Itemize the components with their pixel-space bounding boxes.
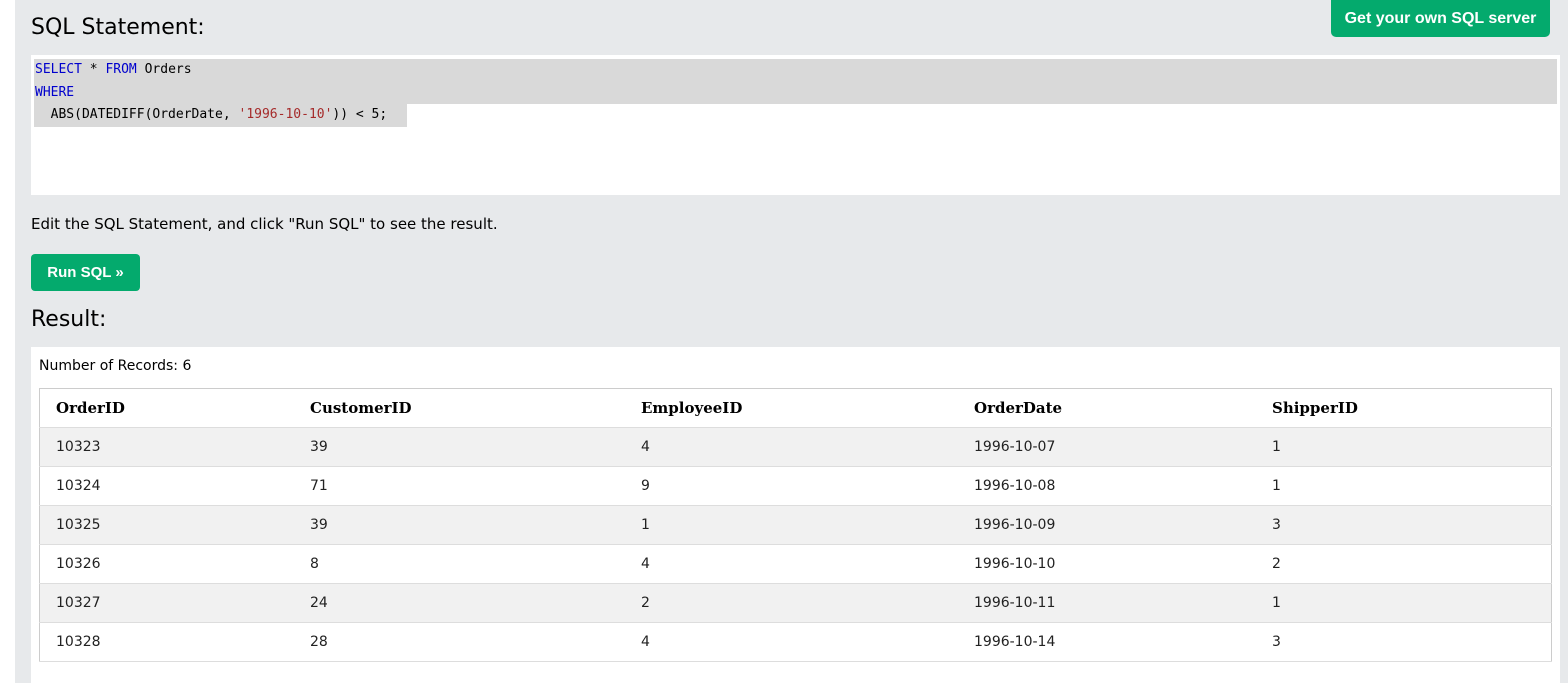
sql-statement-title: SQL Statement: [31, 15, 205, 40]
cell-employeeid: 4 [625, 622, 958, 662]
cell-orderdate: 1996-10-14 [958, 622, 1256, 662]
cell-shipperid: 1 [1256, 466, 1552, 506]
table-row: 10324 71 9 1996-10-08 1 [39, 466, 1552, 506]
code-line-1[interactable]: SELECT * FROM Orders [35, 59, 192, 81]
cell-orderdate: 1996-10-11 [958, 583, 1256, 623]
column-header-orderdate: OrderDate [958, 388, 1256, 428]
cell-shipperid: 1 [1256, 427, 1552, 467]
table-row: 10323 39 4 1996-10-07 1 [39, 427, 1552, 467]
column-header-orderid: OrderID [39, 388, 294, 428]
code-text: Orders [136, 62, 192, 77]
sql-editor[interactable]: SELECT * FROM Orders WHERE ABS(DATEDIFF(… [31, 55, 1560, 195]
cell-orderid: 10328 [39, 622, 294, 662]
code-text: )) < 5; [332, 107, 388, 122]
table-row: 10326 8 4 1996-10-10 2 [39, 544, 1552, 584]
sql-keyword-where: WHERE [35, 85, 75, 100]
cell-employeeid: 4 [625, 544, 958, 584]
cell-employeeid: 4 [625, 427, 958, 467]
table-row: 10325 39 1 1996-10-09 3 [39, 505, 1552, 545]
table-row: 10327 24 2 1996-10-11 1 [39, 583, 1552, 623]
code-text: ABS(DATEDIFF(OrderDate, [35, 107, 239, 122]
result-title: Result: [31, 307, 107, 332]
result-panel: Number of Records: 6 OrderID CustomerID … [31, 347, 1560, 683]
cell-customerid: 28 [294, 622, 625, 662]
cell-orderid: 10325 [39, 505, 294, 545]
cell-customerid: 39 [294, 505, 625, 545]
cell-shipperid: 3 [1256, 622, 1552, 662]
editor-selection-highlight [34, 59, 1557, 104]
instruction-text: Edit the SQL Statement, and click "Run S… [31, 215, 498, 233]
code-line-2[interactable]: WHERE [35, 82, 74, 104]
column-header-customerid: CustomerID [294, 388, 625, 428]
sql-keyword-select: SELECT [35, 62, 82, 77]
table-header-row: OrderID CustomerID EmployeeID OrderDate … [39, 388, 1552, 428]
code-line-3[interactable]: ABS(DATEDIFF(OrderDate, '1996-10-10')) <… [35, 104, 388, 126]
cell-orderdate: 1996-10-09 [958, 505, 1256, 545]
cell-orderid: 10326 [39, 544, 294, 584]
cell-orderid: 10324 [39, 466, 294, 506]
cell-orderid: 10327 [39, 583, 294, 623]
sql-string-literal: '1996-10-10' [238, 107, 333, 122]
cell-customerid: 71 [294, 466, 625, 506]
cell-employeeid: 9 [625, 466, 958, 506]
cell-customerid: 8 [294, 544, 625, 584]
cell-customerid: 39 [294, 427, 625, 467]
column-header-employeeid: EmployeeID [625, 388, 958, 428]
cell-orderdate: 1996-10-10 [958, 544, 1256, 584]
cell-orderdate: 1996-10-07 [958, 427, 1256, 467]
result-table: OrderID CustomerID EmployeeID OrderDate … [39, 388, 1552, 662]
cell-shipperid: 2 [1256, 544, 1552, 584]
run-sql-button[interactable]: Run SQL » [31, 254, 140, 291]
get-sql-server-button[interactable]: Get your own SQL server [1331, 0, 1550, 37]
table-row: 10328 28 4 1996-10-14 3 [39, 622, 1552, 662]
column-header-shipperid: ShipperID [1256, 388, 1552, 428]
sql-keyword-from: FROM [105, 62, 137, 77]
cell-employeeid: 2 [625, 583, 958, 623]
cell-orderdate: 1996-10-08 [958, 466, 1256, 506]
cell-orderid: 10323 [39, 427, 294, 467]
cell-shipperid: 1 [1256, 583, 1552, 623]
cell-shipperid: 3 [1256, 505, 1552, 545]
cell-employeeid: 1 [625, 505, 958, 545]
record-count: Number of Records: 6 [39, 358, 192, 374]
cell-customerid: 24 [294, 583, 625, 623]
code-text: * [81, 62, 106, 77]
